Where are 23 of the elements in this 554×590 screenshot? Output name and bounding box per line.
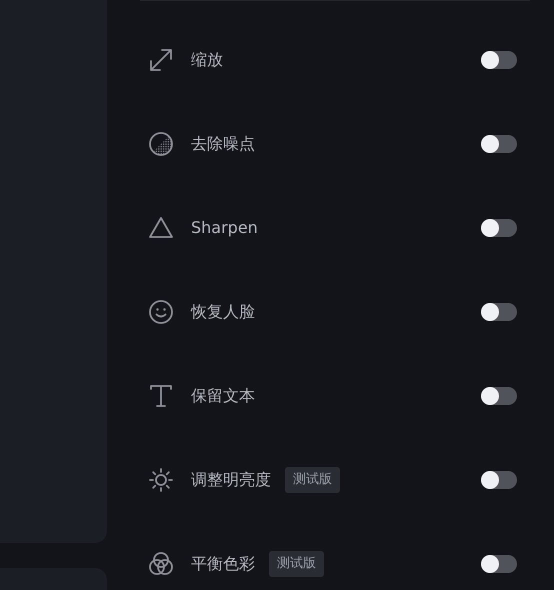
setting-label: 调整明亮度 [191,469,271,491]
beta-tag: 测试版 [285,467,340,493]
triangle-icon [148,215,174,241]
toggle-switch[interactable] [481,471,517,489]
circles-icon [148,551,174,577]
resize-icon [148,47,174,73]
setting-label: 缩放 [191,49,223,71]
setting-label: Sharpen [191,217,258,239]
face-icon [148,299,174,325]
toggle-switch[interactable] [481,51,517,69]
text-icon [148,383,174,409]
setting-label: 平衡色彩 [191,553,255,575]
toggle-switch[interactable] [481,135,517,153]
setting-label: 恢复人脸 [191,301,255,323]
setting-label: 保留文本 [191,385,255,407]
toggle-switch[interactable] [481,387,517,405]
toggle-switch[interactable] [481,303,517,321]
beta-tag: 测试版 [269,551,324,577]
setting-label: 去除噪点 [191,133,255,155]
noise-icon [148,131,174,157]
sun-icon [148,467,174,493]
toggle-switch[interactable] [481,555,517,573]
toggle-switch[interactable] [481,219,517,237]
